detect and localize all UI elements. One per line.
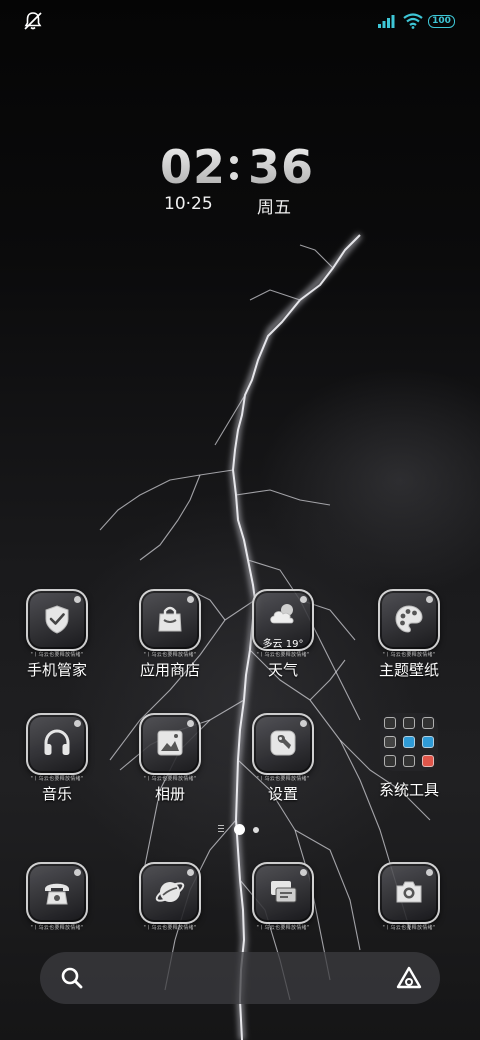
app-weather-tile[interactable]: 多云 19° "丨乌云也要释放情绪" <box>252 589 314 658</box>
battery-icon: 100 <box>428 15 455 28</box>
clock-date: 10·25 <box>164 194 213 214</box>
app-tagline: "丨乌云也要释放情绪" <box>30 776 84 782</box>
app-tagline: "丨乌云也要释放情绪" <box>382 925 436 931</box>
message-icon <box>271 881 297 903</box>
app-label: 手机管家 <box>26 661 87 679</box>
headphones-icon <box>44 729 70 755</box>
wifi-icon <box>403 13 423 29</box>
palette-icon <box>395 605 423 633</box>
app-tagline: "丨乌云也要释放情绪" <box>143 652 197 658</box>
search-icon[interactable] <box>60 966 84 990</box>
app-tagline: "丨乌云也要释放情绪" <box>143 776 197 782</box>
folder-system-tools[interactable]: 系统工具 <box>354 713 464 800</box>
clock-colon <box>230 156 238 188</box>
clock-minute: 36 <box>248 140 315 194</box>
clock-hour: 02 <box>160 140 227 194</box>
app-settings[interactable]: "丨乌云也要释放情绪" 设置 <box>228 713 338 804</box>
wrench-icon <box>270 730 296 756</box>
app-label: 设置 <box>267 785 298 803</box>
signal-icon <box>378 15 395 28</box>
app-tagline: "丨乌云也要释放情绪" <box>256 776 310 782</box>
app-tagline: "丨乌云也要释放情绪" <box>382 652 436 658</box>
mute-icon <box>24 12 42 30</box>
app-label: 天气 <box>267 661 298 679</box>
app-tagline: "丨乌云也要释放情绪" <box>256 652 310 658</box>
minus-one-page-icon <box>218 825 224 834</box>
app-themes-tile[interactable]: "丨乌云也要释放情绪" <box>378 589 440 658</box>
weather-temperature: 多云 19° <box>262 639 304 650</box>
app-gallery-tile[interactable]: "丨乌云也要释放情绪" <box>139 713 201 782</box>
app-label: 系统工具 <box>378 781 439 799</box>
app-label: 主题壁纸 <box>378 661 439 679</box>
clock-weekday: 周五 <box>257 198 291 218</box>
app-label: 应用商店 <box>139 661 200 679</box>
app-music-tile[interactable]: "丨乌云也要释放情绪" <box>26 713 88 782</box>
phone-icon <box>45 883 69 905</box>
search-bar[interactable] <box>40 952 440 1004</box>
cloud-icon <box>270 604 294 624</box>
dock-browser[interactable]: "丨乌云也要释放情绪" <box>115 862 225 931</box>
dock-messages-tile[interactable]: "丨乌云也要释放情绪" <box>252 862 314 931</box>
dock-camera-tile[interactable]: "丨乌云也要释放情绪" <box>378 862 440 931</box>
page-dot <box>253 827 259 833</box>
app-tagline: "丨乌云也要释放情绪" <box>30 652 84 658</box>
app-tagline: "丨乌云也要释放情绪" <box>143 925 197 931</box>
app-label: 相册 <box>154 785 185 803</box>
folder-grid[interactable] <box>380 713 438 771</box>
app-security-tile[interactable]: "丨乌云也要释放情绪" <box>26 589 88 658</box>
dock-messages[interactable]: "丨乌云也要释放情绪" <box>228 862 338 931</box>
dock-browser-tile[interactable]: "丨乌云也要释放情绪" <box>139 862 201 931</box>
page-dot-active <box>234 824 245 835</box>
planet-icon <box>155 882 185 902</box>
dock-phone-tile[interactable]: "丨乌云也要释放情绪" <box>26 862 88 931</box>
app-security[interactable]: "丨乌云也要释放情绪" 手机管家 <box>2 589 112 680</box>
assistant-icon[interactable] <box>396 966 422 990</box>
app-store[interactable]: "丨乌云也要释放情绪" 应用商店 <box>115 589 225 680</box>
camera-icon <box>396 881 422 903</box>
dock-phone[interactable]: "丨乌云也要释放情绪" <box>2 862 112 931</box>
shopping-bag-icon <box>158 606 182 632</box>
app-settings-tile[interactable]: "丨乌云也要释放情绪" <box>252 713 314 782</box>
app-tagline: "丨乌云也要释放情绪" <box>30 925 84 931</box>
app-themes[interactable]: "丨乌云也要释放情绪" 主题壁纸 <box>354 589 464 680</box>
page-indicator[interactable] <box>218 823 268 837</box>
app-music[interactable]: "丨乌云也要释放情绪" 音乐 <box>2 713 112 804</box>
app-tagline: "丨乌云也要释放情绪" <box>256 925 310 931</box>
status-bar: 100 <box>0 10 480 34</box>
dock-camera[interactable]: "丨乌云也要释放情绪" <box>354 862 464 931</box>
app-label: 音乐 <box>41 785 72 803</box>
photo-icon <box>157 730 183 756</box>
app-weather[interactable]: 多云 19° "丨乌云也要释放情绪" 天气 <box>228 589 338 680</box>
app-store-tile[interactable]: "丨乌云也要释放情绪" <box>139 589 201 658</box>
shield-icon <box>45 605 69 634</box>
app-gallery[interactable]: "丨乌云也要释放情绪" 相册 <box>115 713 225 804</box>
